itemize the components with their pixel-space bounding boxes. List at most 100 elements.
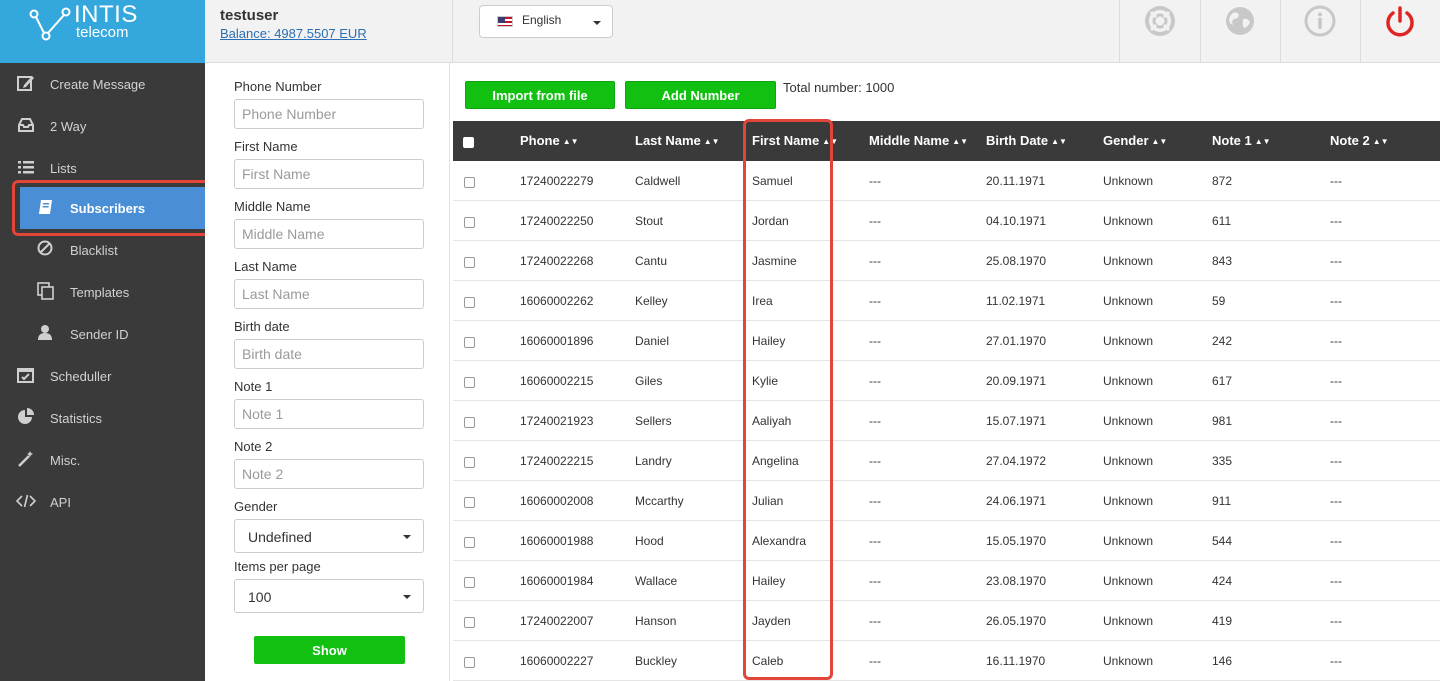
add-number-button[interactable]: Add Number bbox=[625, 81, 776, 109]
cell-note2: --- bbox=[1330, 254, 1342, 268]
first-name-input[interactable] bbox=[234, 159, 424, 189]
row-checkbox[interactable] bbox=[464, 577, 475, 588]
note2-input[interactable] bbox=[234, 459, 424, 489]
brand-logo[interactable]: INTIS telecom bbox=[0, 0, 205, 63]
column-header-last-name[interactable]: Last Name ▲▼ bbox=[635, 133, 720, 148]
items-per-page-select[interactable]: 100 bbox=[234, 579, 424, 613]
cell-gender: Unknown bbox=[1103, 294, 1154, 308]
sidebar-item-templates[interactable]: Templates bbox=[0, 271, 205, 313]
cell-note2: --- bbox=[1330, 454, 1342, 468]
edit-icon bbox=[17, 76, 34, 91]
note2-label: Note 2 bbox=[234, 439, 273, 454]
language-select[interactable]: English bbox=[479, 5, 613, 38]
cell-birth-date: 20.09.1971 bbox=[986, 374, 1047, 388]
sort-icon: ▲▼ bbox=[562, 137, 579, 146]
cell-note2: --- bbox=[1330, 654, 1342, 668]
column-header-gender[interactable]: Gender ▲▼ bbox=[1103, 133, 1167, 148]
cell-note2: --- bbox=[1330, 614, 1342, 628]
row-checkbox[interactable] bbox=[464, 497, 475, 508]
sort-icon: ▲▼ bbox=[1254, 137, 1271, 146]
info-icon bbox=[1304, 5, 1336, 37]
table-row[interactable]: 17240022250 Stout Jordan --- 04.10.1971 Unkno… bbox=[453, 201, 1440, 241]
table-row[interactable]: 16060002215 Giles Kylie --- 20.09.1971 Unknow… bbox=[453, 361, 1440, 401]
pie-chart-icon bbox=[18, 408, 34, 424]
import-from-file-button[interactable]: Import from file bbox=[465, 81, 615, 109]
cell-middle-name: --- bbox=[869, 574, 881, 588]
cell-gender: Unknown bbox=[1103, 614, 1154, 628]
column-header-label: Gender bbox=[1103, 133, 1149, 148]
sort-icon: ▲▼ bbox=[952, 137, 969, 146]
note1-input[interactable] bbox=[234, 399, 424, 429]
table-row[interactable]: 16060002262 Kelley Irea --- 11.02.1971 Unknow… bbox=[453, 281, 1440, 321]
column-header-phone[interactable]: Phone ▲▼ bbox=[520, 133, 579, 148]
brand-name: INTIS bbox=[74, 1, 138, 28]
table-row[interactable]: 16060001988 Hood Alexandra --- 15.05.1970 Unk… bbox=[453, 521, 1440, 561]
row-checkbox[interactable] bbox=[464, 217, 475, 228]
cell-last-name: Landry bbox=[635, 454, 672, 468]
help-button[interactable] bbox=[1120, 0, 1200, 63]
cell-birth-date: 27.04.1972 bbox=[986, 454, 1047, 468]
row-checkbox[interactable] bbox=[464, 657, 475, 668]
gender-select[interactable]: Undefined bbox=[234, 519, 424, 553]
cell-phone: 17240021923 bbox=[520, 414, 594, 428]
cell-note1: 911 bbox=[1212, 494, 1232, 508]
cell-note1: 242 bbox=[1212, 334, 1233, 348]
column-header-middle-name[interactable]: Middle Name ▲▼ bbox=[869, 133, 968, 148]
cell-note2: --- bbox=[1330, 374, 1342, 388]
cell-birth-date: 15.05.1970 bbox=[986, 534, 1047, 548]
cell-phone: 17240022215 bbox=[520, 454, 594, 468]
table-row[interactable]: 17240022215 Landry Angelina --- 27.04.1972 Un… bbox=[453, 441, 1440, 481]
row-checkbox[interactable] bbox=[464, 617, 475, 628]
sidebar-item-label: Scheduller bbox=[50, 369, 112, 384]
username: testuser bbox=[220, 7, 279, 24]
sidebar-item-2-way[interactable]: 2 Way bbox=[0, 105, 205, 147]
middle-name-input[interactable] bbox=[234, 219, 424, 249]
select-all-checkbox[interactable] bbox=[463, 137, 474, 148]
sidebar-item-misc[interactable]: Misc. bbox=[0, 439, 205, 481]
row-checkbox[interactable] bbox=[464, 337, 475, 348]
brand-subname: telecom bbox=[76, 24, 129, 41]
cell-last-name: Daniel bbox=[635, 334, 670, 348]
table-row[interactable]: 17240022268 Cantu Jasmine --- 25.08.1970 Unkn… bbox=[453, 241, 1440, 281]
row-checkbox[interactable] bbox=[464, 297, 475, 308]
cell-middle-name: --- bbox=[869, 294, 881, 308]
table-row[interactable]: 16060002227 Buckley Caleb --- 16.11.1970 Unkn… bbox=[453, 641, 1440, 681]
logout-button[interactable] bbox=[1360, 0, 1440, 63]
sidebar-item-scheduller[interactable]: Scheduller bbox=[0, 355, 205, 397]
table-row[interactable]: 17240022007 Hanson Jayden --- 26.05.1970 Unkn… bbox=[453, 601, 1440, 641]
table-row[interactable]: 17240021923 Sellers Aaliyah --- 15.07.1971 Un… bbox=[453, 401, 1440, 441]
phone-input[interactable] bbox=[234, 99, 424, 129]
sidebar-item-create-message[interactable]: Create Message bbox=[0, 63, 205, 105]
sidebar-item-api[interactable]: API bbox=[0, 481, 205, 523]
calendar-icon bbox=[17, 368, 34, 383]
info-button[interactable] bbox=[1280, 0, 1360, 63]
cell-gender: Unknown bbox=[1103, 374, 1154, 388]
table-row[interactable]: 16060001984 Wallace Hailey --- 23.08.1970 Unk… bbox=[453, 561, 1440, 601]
row-checkbox[interactable] bbox=[464, 457, 475, 468]
row-checkbox[interactable] bbox=[464, 257, 475, 268]
column-header-note1[interactable]: Note 1 ▲▼ bbox=[1212, 133, 1271, 148]
table-row[interactable]: 16060002008 Mccarthy Julian --- 24.06.1971 Un… bbox=[453, 481, 1440, 521]
cell-middle-name: --- bbox=[869, 494, 881, 508]
row-checkbox[interactable] bbox=[464, 537, 475, 548]
first-name-label: First Name bbox=[234, 139, 298, 154]
globe-button[interactable] bbox=[1200, 0, 1280, 63]
table-row[interactable]: 16060001896 Daniel Hailey --- 27.01.1970 Unkn… bbox=[453, 321, 1440, 361]
cell-last-name: Sellers bbox=[635, 414, 672, 428]
table-row[interactable]: 17240022279 Caldwell Samuel --- 20.11.1971 Un… bbox=[453, 161, 1440, 201]
row-checkbox[interactable] bbox=[464, 417, 475, 428]
row-checkbox[interactable] bbox=[464, 377, 475, 388]
cell-phone: 17240022279 bbox=[520, 174, 594, 188]
show-button[interactable]: Show bbox=[254, 636, 405, 664]
sidebar-item-label: Misc. bbox=[50, 453, 81, 468]
last-name-input[interactable] bbox=[234, 279, 424, 309]
row-checkbox[interactable] bbox=[464, 177, 475, 188]
sidebar-item-sender-id[interactable]: Sender ID bbox=[0, 313, 205, 355]
column-header-note2[interactable]: Note 2 ▲▼ bbox=[1330, 133, 1389, 148]
balance-link[interactable]: Balance: 4987.5507 EUR bbox=[220, 26, 367, 41]
birth-date-input[interactable] bbox=[234, 339, 424, 369]
sidebar-item-statistics[interactable]: Statistics bbox=[0, 397, 205, 439]
column-header-birth-date[interactable]: Birth Date ▲▼ bbox=[986, 133, 1067, 148]
sort-icon: ▲▼ bbox=[1051, 137, 1067, 146]
code-icon bbox=[16, 494, 36, 508]
